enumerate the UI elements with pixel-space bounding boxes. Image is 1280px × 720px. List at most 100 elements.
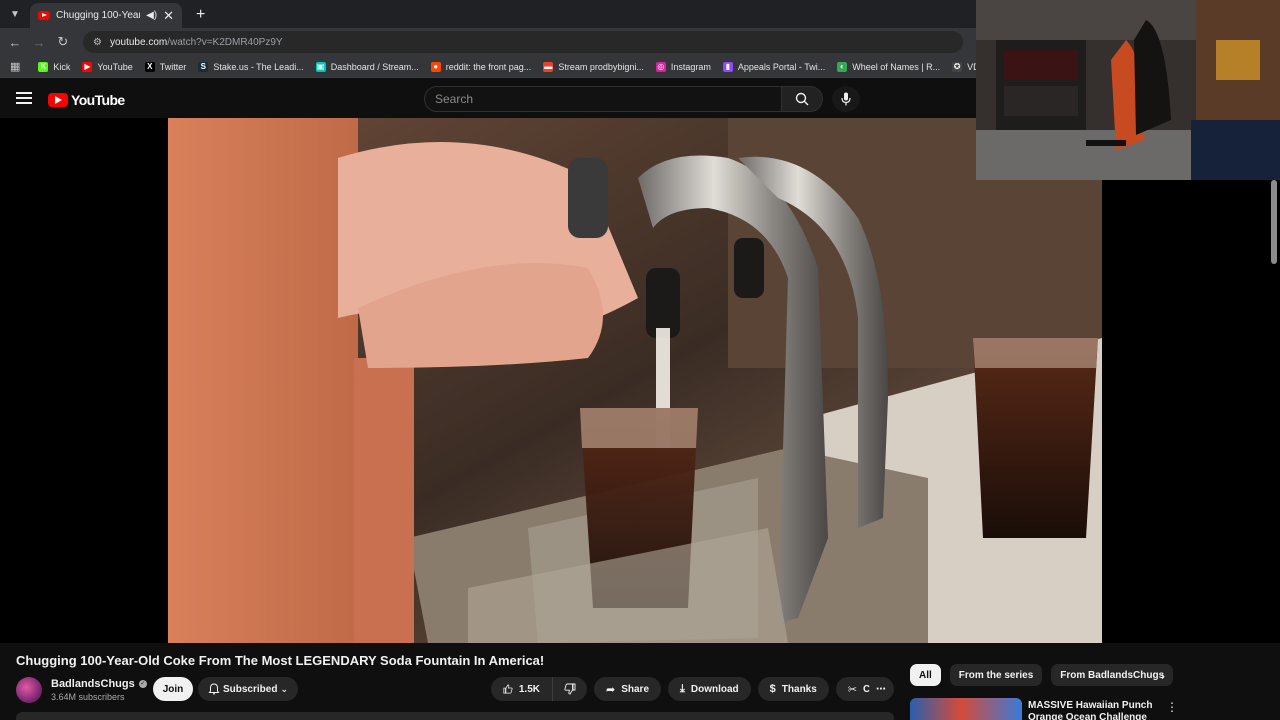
search-input[interactable]: Search	[424, 86, 782, 112]
channel-name: BadlandsChugs	[51, 678, 135, 690]
video-title: Chugging 100-Year-Old Coke From The Most…	[16, 653, 545, 668]
bookmark-favicon-icon: ◐	[837, 61, 848, 72]
channel-name-link[interactable]: BadlandsChugs ✓	[51, 678, 147, 690]
bookmark-favicon-icon: ▬	[543, 61, 554, 72]
bookmark-list: K Kick ▶ YouTube X Twitter S Stake.us - The Lea…	[38, 61, 1093, 72]
subscribed-label: Subscribed	[222, 683, 278, 695]
thumbs-down-icon	[564, 683, 576, 695]
youtube-favicon-icon	[38, 11, 50, 20]
url-host: youtube.com	[109, 36, 168, 48]
reload-icon[interactable]: ↻	[51, 34, 75, 50]
new-tab-button[interactable]: +	[196, 6, 205, 24]
page-scrollbar[interactable]	[1271, 180, 1277, 264]
bookmark-item[interactable]: ◎ Instagram	[655, 61, 711, 72]
recommended-video[interactable]: MASSIVE Hawaiian Punch Orange Ocean Chal…	[910, 698, 1280, 720]
tab-search-chevron-icon[interactable]: ▼	[4, 3, 26, 25]
chevron-down-icon: ⌄	[280, 683, 288, 694]
thanks-button[interactable]: $ Thanks	[757, 677, 829, 701]
bookmark-item[interactable]: ▣ Dashboard / Stream...	[315, 61, 419, 72]
subscriber-count: 3.64M subscribers	[51, 692, 125, 702]
youtube-logo[interactable]: YouTube	[48, 92, 125, 108]
bookmark-label: Appeals Portal - Twi...	[737, 61, 826, 72]
download-icon: ⤓	[680, 682, 685, 695]
bookmark-label: Instagram	[670, 61, 711, 72]
microphone-icon	[841, 92, 851, 106]
bookmark-label: Twitter	[159, 61, 187, 72]
thanks-label: Thanks	[781, 683, 817, 695]
recommended-thumbnail[interactable]	[910, 698, 1022, 720]
search-icon	[795, 92, 809, 106]
video-frame[interactable]	[168, 118, 1102, 643]
bookmark-label: Stream prodbybigni...	[558, 61, 644, 72]
bookmark-item[interactable]: X Twitter	[144, 61, 187, 72]
bookmark-favicon-icon: K	[38, 61, 49, 72]
bookmark-item[interactable]: ● reddit: the front pag...	[430, 61, 532, 72]
url-path: /watch?v=K2DMR40Pz9Y	[167, 36, 283, 48]
bookmark-item[interactable]: ▶ YouTube	[82, 61, 133, 72]
close-tab-icon[interactable]: ✕	[163, 8, 174, 24]
channel-avatar[interactable]	[16, 677, 42, 703]
speaker-icon[interactable]: ◀)	[146, 10, 157, 21]
bookmark-label: Stake.us - The Leadi...	[213, 61, 304, 72]
bookmark-label: Wheel of Names | R...	[852, 61, 941, 72]
bookmark-label: Kick	[53, 61, 71, 72]
webcam-room-image	[976, 0, 1280, 180]
streamer-webcam-overlay	[976, 0, 1280, 180]
bookmark-favicon-icon: ✪	[952, 61, 963, 72]
video-player[interactable]	[0, 118, 1280, 643]
bookmark-item[interactable]: K Kick	[38, 61, 71, 72]
bookmark-item[interactable]: ◐ Wheel of Names | R...	[837, 61, 941, 72]
youtube-wordmark: YouTube	[71, 92, 125, 108]
site-info-icon[interactable]: ⚙	[93, 37, 102, 48]
apps-grid-icon[interactable]: ▦	[10, 60, 20, 73]
bookmark-favicon-icon: ▶	[82, 61, 93, 72]
share-button[interactable]: ➦ Share	[594, 677, 662, 701]
like-count: 1.5K	[518, 683, 540, 695]
bookmark-favicon-icon: ◎	[655, 61, 666, 72]
video-actions: 1.5K ➦ Share ⤓ Download $ Thanks ✂ Clip	[491, 677, 901, 701]
subscribed-button[interactable]: Subscribed ⌄	[198, 677, 298, 701]
share-arrow-icon: ➦	[606, 683, 616, 696]
description-box[interactable]	[16, 712, 894, 720]
filter-chip[interactable]: All	[910, 664, 941, 686]
like-button[interactable]: 1.5K	[491, 677, 553, 701]
back-arrow-icon[interactable]: ←	[3, 35, 27, 50]
more-dots-icon: ⋯	[876, 683, 886, 695]
dislike-button[interactable]	[553, 677, 587, 701]
bookmark-favicon-icon: S	[198, 61, 209, 72]
channel-owner: BadlandsChugs ✓ 3.64M subscribers	[16, 676, 147, 704]
bookmark-favicon-icon: X	[144, 61, 155, 72]
tab-title: Chugging 100-Year-Old Co	[56, 10, 140, 21]
bookmark-item[interactable]: ▮ Appeals Portal - Twi...	[722, 61, 826, 72]
thumbs-up-icon	[503, 684, 513, 694]
bell-icon	[208, 683, 220, 695]
related-filter-chips: All From the series From BadlandsChugs	[910, 664, 1182, 686]
address-bar[interactable]: ⚙ youtube.com/watch?v=K2DMR40Pz9Y	[83, 31, 963, 53]
video-still-image	[168, 118, 1102, 643]
recommended-title[interactable]: MASSIVE Hawaiian Punch Orange Ocean Chal…	[1028, 700, 1158, 720]
voice-search-button[interactable]	[832, 86, 860, 112]
verified-badge-icon: ✓	[138, 680, 147, 688]
search-button[interactable]	[781, 86, 823, 112]
recommended-more-icon[interactable]: ⋮	[1166, 700, 1178, 714]
chips-next-arrow-icon[interactable]: ›	[1154, 666, 1172, 686]
share-label: Share	[621, 683, 650, 695]
more-actions-button[interactable]: ⋯	[869, 677, 893, 701]
download-button[interactable]: ⤓ Download	[668, 677, 751, 701]
like-dislike-group: 1.5K	[491, 677, 587, 701]
bookmark-label: YouTube	[97, 61, 133, 72]
menu-hamburger-icon[interactable]	[16, 92, 32, 104]
download-label: Download	[690, 683, 739, 695]
bookmark-label: Dashboard / Stream...	[330, 61, 419, 72]
forward-arrow-icon[interactable]: →	[27, 35, 51, 50]
filter-chip[interactable]: From the series	[949, 664, 1043, 686]
bookmark-favicon-icon: ▮	[722, 61, 733, 72]
youtube-play-logo-icon	[48, 93, 68, 107]
join-button[interactable]: Join	[153, 677, 193, 701]
thanks-heart-dollar-icon: $	[769, 683, 776, 695]
bookmark-item[interactable]: S Stake.us - The Leadi...	[198, 61, 304, 72]
bookmark-favicon-icon: ●	[430, 61, 441, 72]
browser-tab-active[interactable]: Chugging 100-Year-Old Co ◀) ✕	[30, 3, 182, 28]
bookmark-item[interactable]: ▬ Stream prodbybigni...	[543, 61, 644, 72]
bookmark-label: reddit: the front pag...	[445, 61, 532, 72]
